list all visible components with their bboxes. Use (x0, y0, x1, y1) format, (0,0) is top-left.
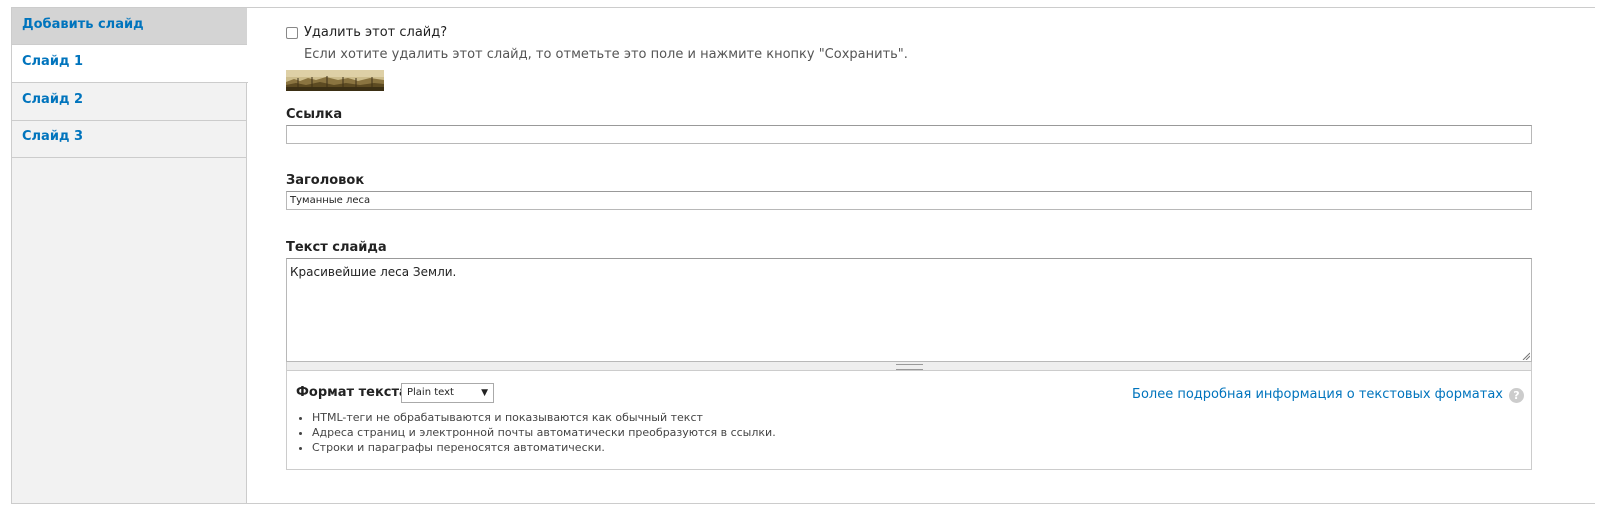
delete-slide-row: Удалить этот слайд? (286, 25, 447, 40)
tab-slide-3[interactable]: Слайд 3 (12, 120, 247, 158)
grip-lines-icon (896, 364, 923, 370)
resize-corner-icon[interactable] (1522, 352, 1530, 360)
body-text: Красивейшие леса Земли. (290, 265, 457, 279)
text-format-label: Формат текста (296, 385, 408, 400)
tab-slide-1[interactable]: Слайд 1 (12, 45, 248, 83)
text-format-selected: Plain text (407, 387, 454, 398)
tab-add-slide[interactable]: Добавить слайд (12, 8, 247, 45)
title-input[interactable]: Туманные леса (286, 191, 1532, 210)
text-format-select[interactable]: Plain text ▼ (401, 383, 494, 403)
link-label: Ссылка (286, 107, 343, 122)
vertical-tabs: Добавить слайд Слайд 1 Слайд 2 Слайд 3 (12, 8, 248, 503)
title-label: Заголовок (286, 173, 365, 188)
slides-editor: Добавить слайд Слайд 1 Слайд 2 Слайд 3 У… (11, 7, 1595, 504)
body-label: Текст слайда (286, 240, 387, 255)
text-format-tips: HTML-теги не обрабатываются и показывают… (296, 410, 776, 455)
format-tip: HTML-теги не обрабатываются и показывают… (312, 410, 776, 425)
textarea-resize-grip[interactable] (286, 362, 1532, 371)
triangle-down-icon: ▼ (481, 388, 488, 398)
format-tip: Адреса страниц и электронной почты автом… (312, 425, 776, 440)
delete-slide-label: Удалить этот слайд? (304, 25, 448, 40)
delete-slide-description: Если хотите удалить этот слайд, то отмет… (304, 47, 908, 62)
help-icon[interactable]: ? (1509, 388, 1524, 403)
text-format-help-link[interactable]: Более подробная информация о текстовых ф… (1132, 387, 1503, 402)
format-tip: Строки и параграфы переносятся автоматич… (312, 440, 776, 455)
delete-slide-checkbox[interactable] (286, 26, 298, 39)
text-format-wrapper: Формат текста Plain text ▼ Более подробн… (286, 371, 1532, 470)
tab-slide-2[interactable]: Слайд 2 (12, 83, 247, 121)
body-textarea[interactable]: Красивейшие леса Земли. (286, 258, 1532, 362)
link-input[interactable] (286, 125, 1532, 144)
slide-image-thumbnail (286, 70, 384, 91)
